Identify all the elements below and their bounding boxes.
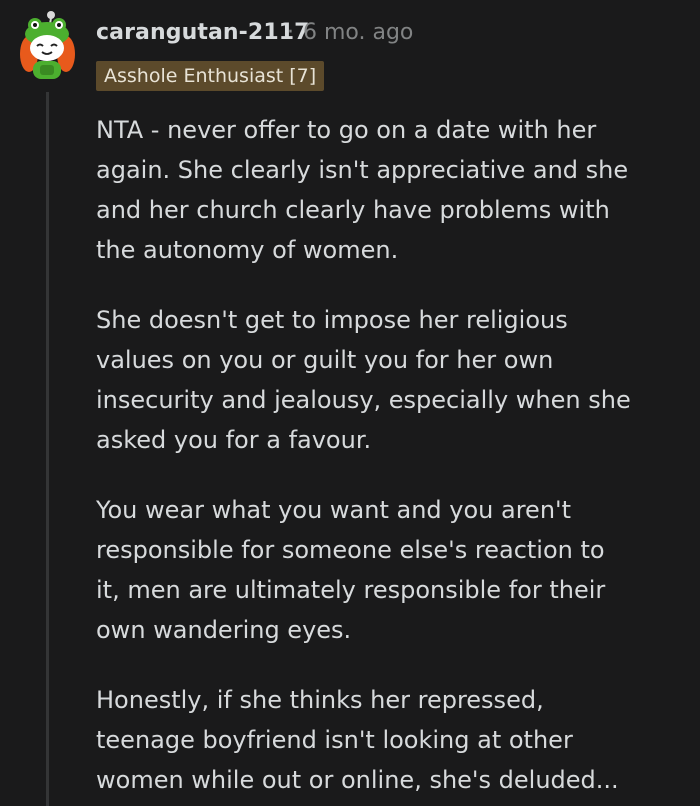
- text-line: and her church clearly have problems wit…: [96, 196, 610, 224]
- comment-paragraph: Honestly, if she thinks her repressed, t…: [96, 680, 686, 800]
- text-line: Honestly, if she thinks her repressed,: [96, 686, 544, 714]
- text-line: She doesn't get to impose her religious: [96, 306, 568, 334]
- text-line: the autonomy of women.: [96, 236, 399, 264]
- username-link[interactable]: carangutan-2117: [96, 20, 310, 45]
- snoo-avatar-icon: [20, 11, 75, 79]
- text-line: it, men are ultimately responsible for t…: [96, 576, 606, 604]
- text-line: values on you or guilt you for her own: [96, 346, 554, 374]
- text-line: women while out or online, she's deluded…: [96, 766, 619, 794]
- text-line: teenage boyfriend isn't looking at other: [96, 726, 573, 754]
- text-line: own wandering eyes.: [96, 616, 352, 644]
- text-line: insecurity and jealousy, especially when…: [96, 386, 631, 414]
- comment-paragraph: She doesn't get to impose her religious …: [96, 300, 686, 460]
- text-line: again. She clearly isn't appreciative an…: [96, 156, 629, 184]
- thread-collapse-line[interactable]: [46, 92, 49, 806]
- text-line: asked you for a favour.: [96, 426, 372, 454]
- comment-paragraph: NTA - never offer to go on a date with h…: [96, 110, 686, 270]
- meta-separator: ·: [287, 20, 294, 45]
- user-flair: Asshole Enthusiast [7]: [96, 61, 325, 91]
- avatar-icon[interactable]: [17, 10, 77, 84]
- text-line: NTA - never offer to go on a date with h…: [96, 116, 597, 144]
- text-line: You wear what you want and you aren't: [96, 496, 572, 524]
- comment: carangutan-2117 · 6 mo. ago Asshole Enth…: [0, 0, 700, 806]
- comment-body: NTA - never offer to go on a date with h…: [96, 110, 686, 806]
- comment-timestamp[interactable]: 6 mo. ago: [303, 20, 413, 45]
- text-line: responsible for someone else's reaction …: [96, 536, 605, 564]
- comment-paragraph: You wear what you want and you aren't re…: [96, 490, 686, 650]
